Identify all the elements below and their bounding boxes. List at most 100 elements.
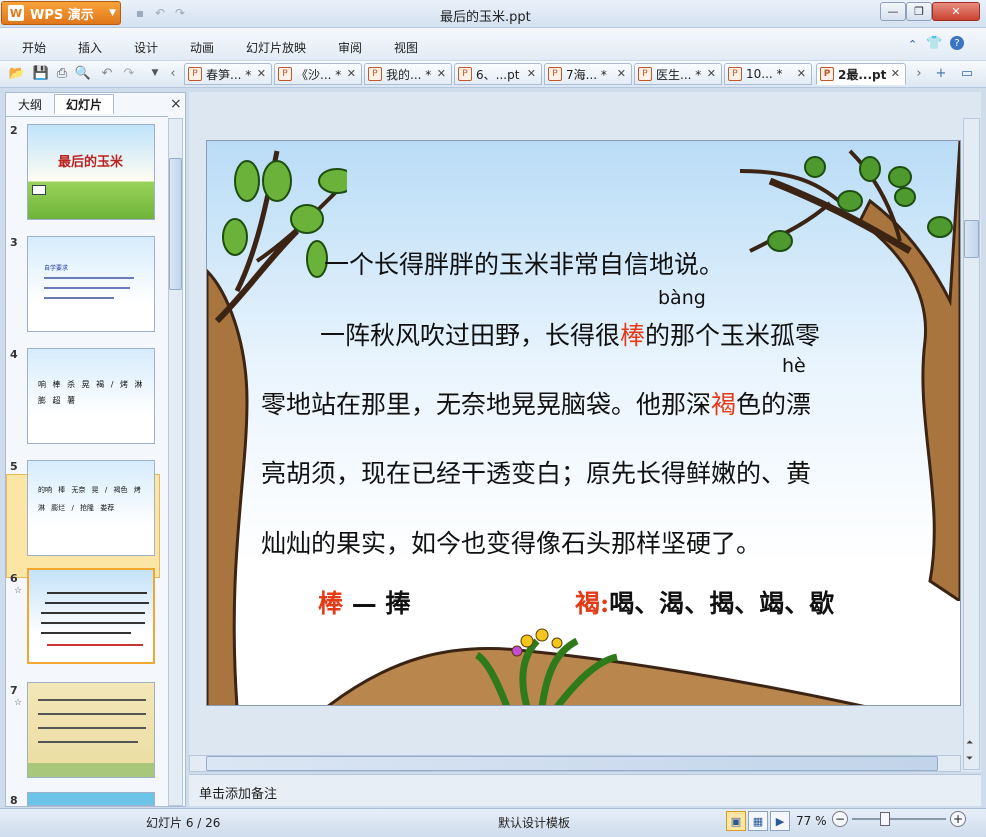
doc-tab-label: 2最...pt [838,67,887,82]
close-tab-icon[interactable]: ✕ [437,67,446,80]
thumb-line [44,297,114,299]
slide-thumbnail-6[interactable] [27,568,155,664]
text-segment: 的那个玉米孤零 [645,321,821,350]
doc-tab-6[interactable]: P 医生... * ✕ [634,63,722,85]
thumb-title: 自学要求 [44,265,69,272]
slide-thumbnail-3[interactable]: 自学要求 [27,236,155,332]
minimize-button[interactable]: — [880,2,906,21]
notes-pane[interactable]: 单击添加备注 [189,774,981,806]
text-segment: 零地站在那里，无奈地晃晃脑袋。他那深 [261,390,712,419]
slide-thumbnail-5[interactable]: 的响 棒 无奈 晃 / 褐色 烤 淋 膨烂 / 抢隆 娄荐 [27,460,155,556]
horizontal-scrollbar-thumb[interactable] [206,756,938,771]
menu-home[interactable]: 开始 [22,39,46,56]
similar-char: 捧 [385,589,411,618]
qat-undo-icon[interactable]: ↶ [150,4,170,22]
menu-design[interactable]: 设计 [134,39,158,56]
print-preview-icon[interactable]: 🔍 [74,64,92,82]
thumb-line [41,632,131,634]
thumb-line [41,622,145,624]
doc-tab-7[interactable]: P 10... * ✕ [724,63,812,85]
open-folder-icon[interactable]: 📂 [8,64,26,82]
close-panel-icon[interactable]: × [170,96,182,112]
prev-slide-icon[interactable]: ⏶ [966,738,973,748]
help-icon[interactable]: ? [950,36,964,50]
close-button[interactable]: ✕ [932,2,980,21]
template-name[interactable]: 默认设计模板 [498,814,570,831]
wps-logo-icon: W [8,5,24,21]
menu-animation[interactable]: 动画 [190,39,214,56]
zoom-in-icon[interactable]: + [950,811,966,827]
slideshow-icon[interactable]: ▶ [770,811,790,831]
doc-tab-label: 10... * [746,67,783,81]
doc-tab-2[interactable]: P 《沙... * ✕ [274,63,362,85]
restore-button[interactable]: ❐ [906,2,932,21]
word-group-he: 褐:喝、渴、揭、竭、歇 [575,584,834,620]
doc-tab-1[interactable]: P 春笋... * ✕ [184,63,272,85]
qat-save-icon[interactable]: ▪ [130,4,150,22]
close-tab-icon[interactable]: ✕ [891,67,900,80]
tab-list-icon[interactable]: ▭ [958,64,976,82]
left-tree-illustration [207,150,347,705]
ppt-file-icon: P [728,67,742,81]
zoom-out-icon[interactable]: − [832,811,848,827]
print-icon[interactable]: ⎙ [53,64,71,82]
close-tab-icon[interactable]: ✕ [797,67,806,80]
highlighted-char-bang: 棒 [318,589,344,618]
thumb-chars: 的响 棒 无奈 晃 / 褐色 烤 淋 膨烂 / 抢隆 娄荐 [38,486,141,512]
skin-icon[interactable]: 👕 [926,36,942,51]
doc-tab-8-active[interactable]: P 2最...pt ✕ [816,63,906,85]
doc-tab-5[interactable]: P 7海... * ✕ [544,63,632,85]
next-slide-icon[interactable]: ⏷ [966,754,973,764]
ppt-file-icon: P [368,67,382,81]
close-tab-icon[interactable]: ✕ [527,67,536,80]
highlighted-char-he: 褐: [575,589,610,618]
menu-review[interactable]: 审阅 [338,39,362,56]
menu-slideshow[interactable]: 幻灯片放映 [246,39,306,56]
normal-view-icon[interactable]: ▣ [726,811,746,831]
close-tab-icon[interactable]: ✕ [347,67,356,80]
slide-text-line-4: 亮胡须，现在已经干透变白；原先长得鲜嫩的、黄 [261,459,812,488]
zoom-slider-track[interactable] [852,818,946,820]
vertical-scrollbar-thumb[interactable] [964,220,979,258]
text-segment: 一阵秋风吹过田野，长得很 [320,321,621,350]
close-tab-icon[interactable]: ✕ [257,67,266,80]
slide-thumbnail-8[interactable] [27,792,155,806]
slide-canvas[interactable]: 一个长得胖胖的玉米非常自信地说。 bàng 一阵秋风吹过田野，长得很棒 的那个玉米… [206,140,961,706]
panel-divider [6,116,168,117]
slide-counter: 幻灯片 6 / 26 [146,816,221,830]
pinyin-he: hè [782,355,806,377]
close-tab-icon[interactable]: ✕ [707,67,716,80]
slide-sorter-icon[interactable]: ▦ [748,811,768,831]
undo-icon[interactable]: ↶ [98,64,116,82]
tabs-scroll-right-icon[interactable]: › [910,64,928,82]
vertical-scrollbar[interactable] [963,118,980,770]
qat-redo-icon[interactable]: ↷ [170,4,190,22]
doc-tab-3[interactable]: P 我的... * ✕ [364,63,452,85]
ribbon-collapse-icon[interactable]: ⌃ [908,38,917,51]
slide-thumbnail-7[interactable] [27,682,155,778]
tabs-scroll-left-icon[interactable]: ‹ [164,64,182,82]
ppt-file-icon: P [458,67,472,81]
tab-outline[interactable]: 大纲 [8,94,52,114]
doc-tab-label: 医生... * [656,67,702,82]
wps-brand-label: WPS 演示 [30,7,94,23]
pinyin-bang: bàng [658,287,706,309]
toolbar-more-icon[interactable]: ▼ [146,64,164,82]
slide-number: 7 [10,684,18,697]
slide-text-line-1: 一个长得胖胖的玉米非常自信地说。 [324,250,725,279]
panel-scrollbar-thumb[interactable] [169,158,182,290]
redo-icon[interactable]: ↷ [120,64,138,82]
close-tab-icon[interactable]: ✕ [617,67,626,80]
wps-app-menu-button[interactable]: W WPS 演示 ▼ [1,1,121,25]
doc-tab-4[interactable]: P 6、...pt ✕ [454,63,542,85]
menu-view[interactable]: 视图 [394,39,418,56]
new-tab-icon[interactable]: + [932,64,950,82]
slide-number: 4 [10,348,18,361]
save-icon[interactable]: 💾 [32,64,50,82]
zoom-slider-thumb[interactable] [880,812,890,826]
menu-insert[interactable]: 插入 [78,39,102,56]
slide-thumbnail-4[interactable]: 响 棒 杀 晃 褐 / 烤 淋 膨 超 薯 [27,348,155,444]
slide-thumbnail-2[interactable]: 最后的玉米 [27,124,155,220]
tab-slides[interactable]: 幻灯片 [54,94,114,114]
thumb-ground [28,763,154,777]
